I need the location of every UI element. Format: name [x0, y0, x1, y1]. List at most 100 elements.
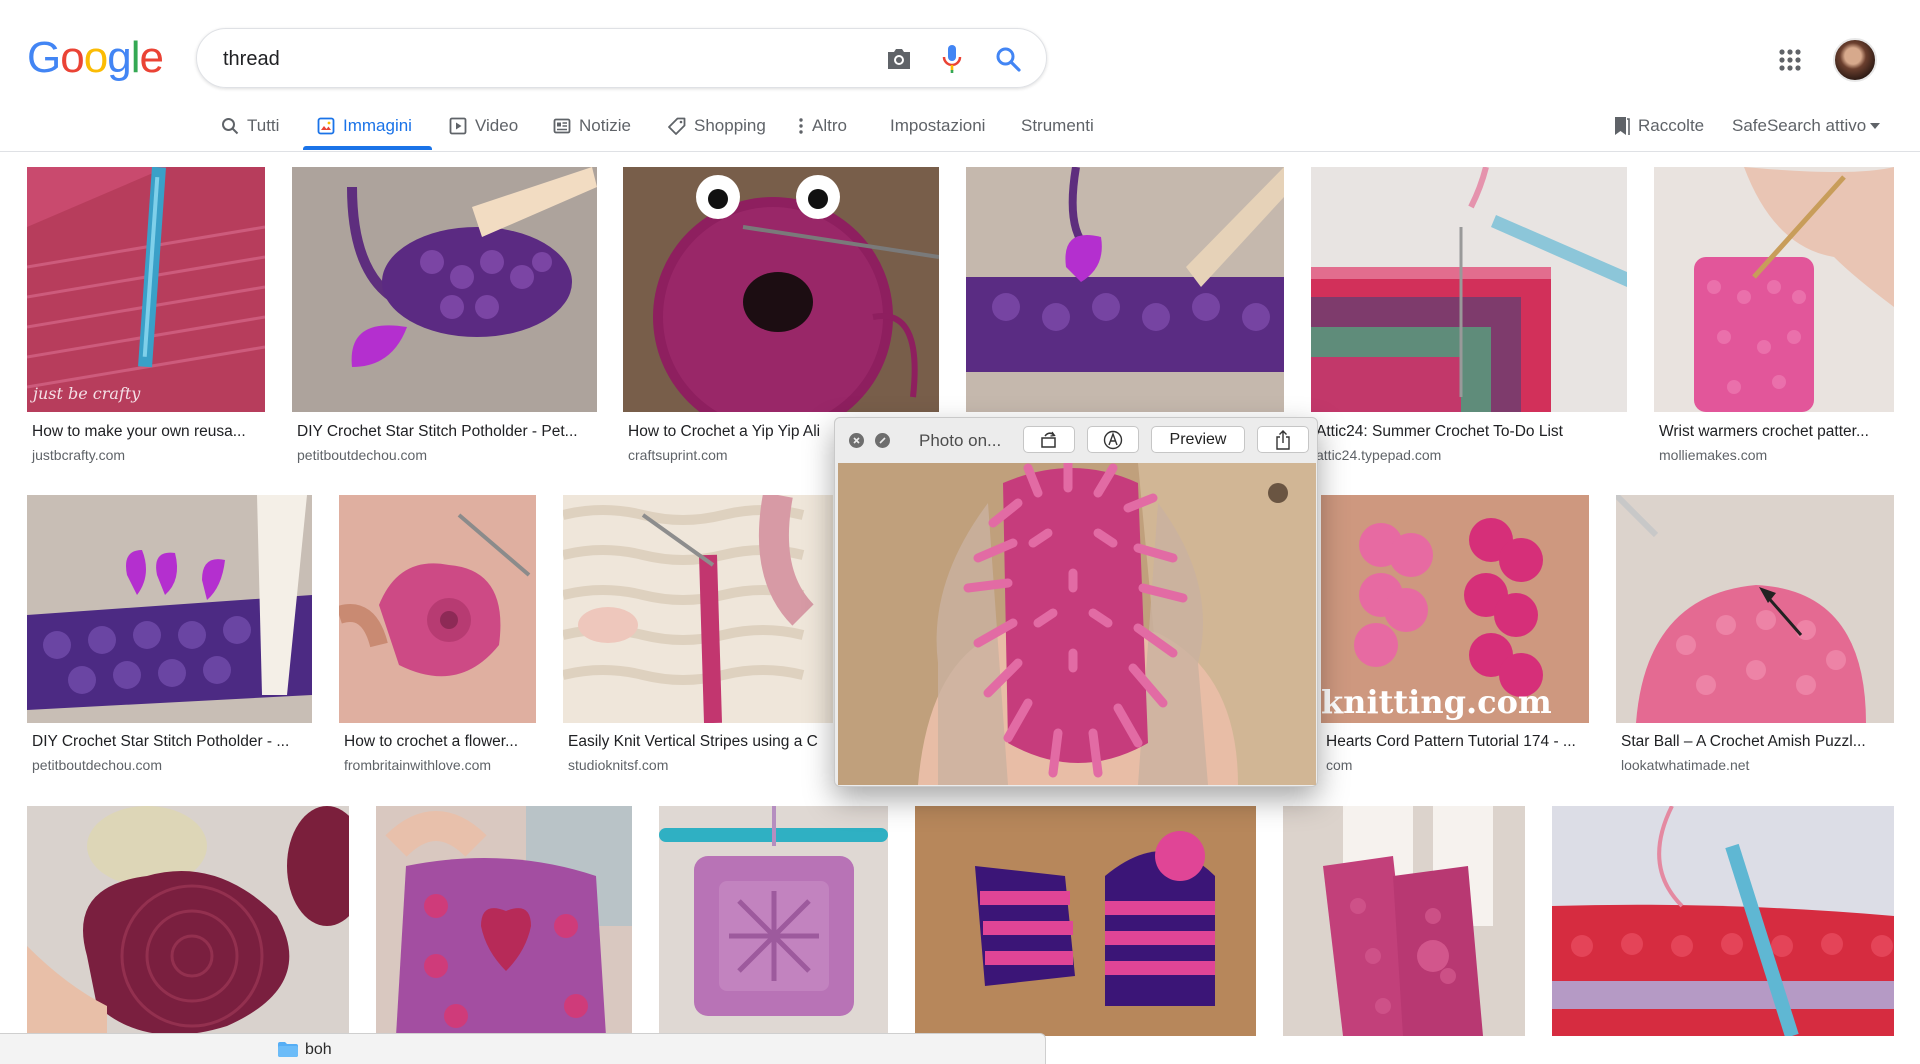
rotate-button[interactable] [1023, 426, 1075, 453]
image-result[interactable] [1283, 806, 1525, 1036]
search-icon [222, 118, 239, 135]
result-site[interactable]: molliemakes.com [1659, 447, 1767, 463]
result-title[interactable]: Easily Knit Vertical Stripes using a C [568, 733, 834, 751]
video-icon [449, 117, 467, 135]
more-vert-icon [799, 118, 803, 134]
popup-image [838, 463, 1316, 785]
result-site[interactable]: lookatwhatimade.net [1621, 757, 1749, 773]
collections-button[interactable]: Raccolte [1614, 100, 1704, 152]
image-result[interactable]: DIY Crochet Star Stitch Potholder - Pet.… [292, 167, 597, 467]
folder-label[interactable]: boh [305, 1041, 332, 1059]
search-box[interactable]: thread [196, 28, 1047, 88]
result-image[interactable] [966, 167, 1284, 412]
tab-label: Notizie [579, 116, 631, 135]
result-title[interactable]: Wrist warmers crochet patter... [1659, 423, 1891, 441]
result-site[interactable]: frombritainwithlove.com [344, 757, 491, 773]
result-title[interactable]: DIY Crochet Star Stitch Potholder - Pet.… [297, 423, 597, 441]
collections-label: Raccolte [1638, 116, 1705, 135]
image-result[interactable] [966, 167, 1284, 412]
tab-label: Altro [812, 116, 847, 135]
image-result[interactable] [1552, 806, 1894, 1036]
camera-icon[interactable] [883, 43, 915, 75]
result-title[interactable]: Star Ball – A Crochet Amish Puzzl... [1621, 733, 1893, 751]
result-title[interactable]: Attic24: Summer Crochet To-Do List [1316, 423, 1616, 441]
result-title[interactable]: How to crochet a flower... [344, 733, 536, 751]
result-image[interactable] [623, 167, 939, 412]
image-result[interactable] [376, 806, 632, 1036]
avatar[interactable] [1833, 38, 1877, 82]
tab-news[interactable]: Notizie [553, 100, 631, 152]
search-tabs: Tutti Immagini Video Notizie Shopping Al… [0, 100, 1920, 152]
tab-all[interactable]: Tutti [221, 100, 279, 152]
result-title[interactable]: DIY Crochet Star Stitch Potholder - ... [32, 733, 312, 751]
tab-images[interactable]: Immagini [317, 100, 412, 152]
image-result[interactable] [915, 806, 1256, 1036]
image-result[interactable]: knitting.com Hearts Cord Pattern Tutoria… [1321, 495, 1589, 795]
result-image[interactable] [915, 806, 1256, 1036]
result-image[interactable] [339, 495, 536, 723]
news-icon [553, 118, 571, 134]
tab-video[interactable]: Video [449, 100, 518, 152]
tab-label: Impostazioni [890, 116, 986, 135]
microphone-icon[interactable] [936, 43, 968, 75]
result-image[interactable] [1654, 167, 1894, 412]
result-site[interactable]: com [1326, 757, 1352, 773]
result-image[interactable] [1552, 806, 1894, 1036]
image-result[interactable]: Star Ball – A Crochet Amish Puzzl... loo… [1616, 495, 1894, 795]
result-site[interactable]: studioknitsf.com [568, 757, 668, 773]
tab-label: Strumenti [1021, 116, 1094, 135]
google-logo[interactable]: Google [27, 36, 164, 80]
markup-button[interactable] [1087, 426, 1139, 453]
image-result[interactable] [659, 806, 888, 1036]
tag-icon [668, 117, 686, 135]
search-input[interactable]: thread [223, 48, 280, 71]
result-site[interactable]: craftsuprint.com [628, 447, 728, 463]
tab-more[interactable]: Altro [798, 100, 847, 152]
share-button[interactable] [1257, 426, 1309, 453]
result-image[interactable] [1283, 806, 1525, 1036]
preview-label: Preview [1169, 430, 1227, 448]
tab-shopping[interactable]: Shopping [668, 100, 766, 152]
image-result[interactable]: Wrist warmers crochet patter... molliema… [1654, 167, 1894, 467]
search-header: Google thread Tutti Immagini Video Notiz… [0, 0, 1920, 152]
result-title[interactable]: Hearts Cord Pattern Tutorial 174 - ... [1326, 733, 1588, 751]
result-image[interactable] [1311, 167, 1627, 412]
tab-tools[interactable]: Strumenti [1021, 100, 1094, 152]
search-submit-icon[interactable] [992, 43, 1024, 75]
result-image[interactable]: just be crafty [27, 167, 265, 412]
apps-grid-icon[interactable] [1778, 48, 1802, 72]
result-image[interactable] [659, 806, 888, 1036]
tab-label: Video [475, 116, 519, 135]
image-result[interactable]: Attic24: Summer Crochet To-Do List attic… [1311, 167, 1627, 467]
quicklook-popup: Photo on... Preview [834, 417, 1318, 787]
result-image[interactable] [27, 806, 349, 1036]
result-image[interactable]: knitting.com [1321, 495, 1589, 723]
tab-settings[interactable]: Impostazioni [890, 100, 985, 152]
result-title[interactable]: How to Crochet a Yip Yip Ali [628, 423, 838, 441]
image-result[interactable]: DIY Crochet Star Stitch Potholder - ... … [27, 495, 312, 795]
watermark-text: knitting.com [1321, 683, 1552, 721]
result-image[interactable] [376, 806, 632, 1036]
caret-down-icon [1870, 123, 1881, 129]
image-result[interactable]: Easily Knit Vertical Stripes using a C s… [563, 495, 833, 795]
result-image[interactable] [1616, 495, 1894, 723]
result-image[interactable] [563, 495, 833, 723]
image-result[interactable]: just be crafty How to make your own reus… [27, 167, 265, 467]
close-icon[interactable] [849, 433, 864, 448]
result-site[interactable]: petitboutdechou.com [32, 757, 162, 773]
open-preview-button[interactable]: Preview [1151, 426, 1245, 453]
finder-path-bar: boh [0, 1033, 1046, 1064]
result-site[interactable]: justbcrafty.com [32, 447, 125, 463]
markup-pen-icon [1103, 430, 1123, 449]
safesearch-toggle[interactable]: SafeSearch attivo [1732, 100, 1881, 152]
result-site[interactable]: petitboutdechou.com [297, 447, 427, 463]
fullscreen-icon[interactable] [875, 433, 890, 448]
image-result[interactable]: How to crochet a flower... frombritainwi… [339, 495, 536, 795]
rotate-icon [1041, 431, 1056, 448]
result-title[interactable]: How to make your own reusa... [32, 423, 264, 441]
result-image[interactable] [27, 495, 312, 723]
image-result[interactable] [27, 806, 349, 1036]
result-image[interactable] [292, 167, 597, 412]
result-site[interactable]: attic24.typepad.com [1316, 447, 1441, 463]
active-tab-indicator [303, 146, 432, 150]
